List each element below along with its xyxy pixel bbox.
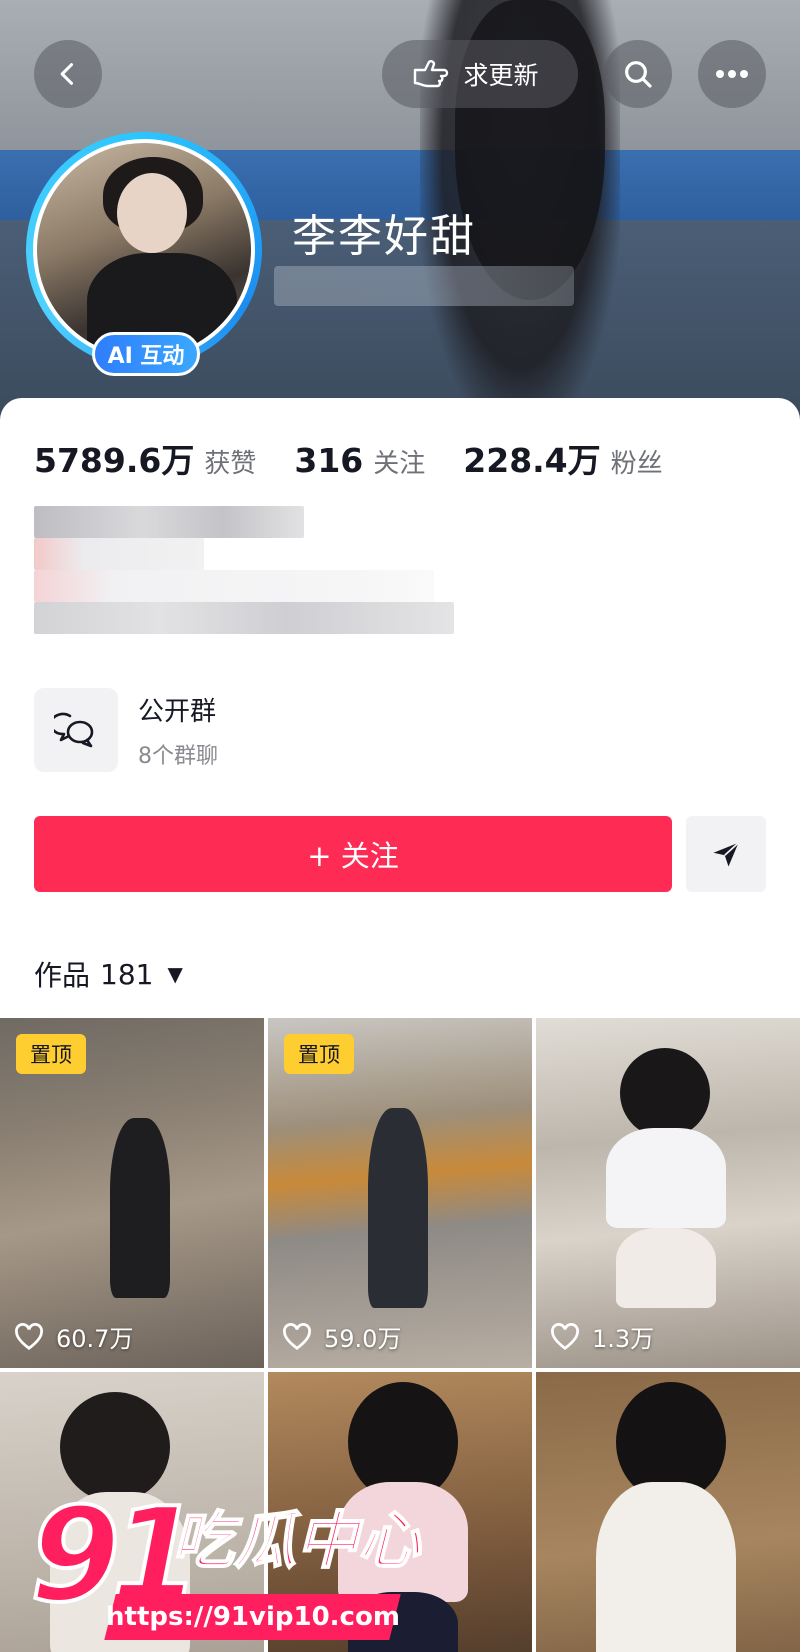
video-thumbnail[interactable]: 1.3万: [536, 1018, 800, 1368]
group-chat-icon: [34, 688, 118, 772]
stat-following[interactable]: 316 关注: [294, 441, 425, 480]
pinned-badge: 置顶: [284, 1034, 354, 1074]
works-count: 181: [100, 957, 154, 991]
more-icon: [716, 70, 748, 78]
back-button[interactable]: [34, 40, 102, 108]
search-icon: [625, 61, 652, 88]
ai-interact-badge[interactable]: AI 互动: [92, 332, 200, 376]
likes-value: 1.3万: [592, 1325, 655, 1353]
hand-point-icon: [414, 60, 449, 88]
likes-count: 60.7万: [14, 1319, 133, 1354]
blurred-account-id: [274, 266, 574, 306]
stat-followers[interactable]: 228.4万 粉丝: [463, 434, 662, 482]
stat-value: 316: [294, 441, 364, 480]
follow-button[interactable]: + 关注: [34, 816, 672, 892]
stat-value: 228.4万: [463, 441, 601, 480]
group-subtitle: 8个群聊: [138, 743, 218, 769]
profile-info-card: 5789.6万 获赞 316 关注 228.4万 粉丝 公开群 8个群聊 + 关…: [0, 398, 800, 1018]
request-update-button[interactable]: 求更新: [382, 40, 578, 108]
profile-nickname: 李李好甜: [292, 211, 476, 262]
stat-value: 5789.6万: [34, 441, 195, 480]
public-group-entry[interactable]: 公开群 8个群聊: [34, 688, 218, 772]
stat-label: 关注: [373, 449, 426, 479]
back-icon: [60, 63, 74, 85]
watermark-text: 吃瓜中心: [171, 1504, 421, 1577]
search-button[interactable]: [604, 40, 672, 108]
stats-row: 5789.6万 获赞 316 关注 228.4万 粉丝: [34, 434, 701, 482]
likes-value: 60.7万: [56, 1325, 134, 1353]
heart-icon: [551, 1322, 579, 1350]
likes-count: 1.3万: [550, 1319, 654, 1354]
pinned-badge: 置顶: [16, 1034, 86, 1074]
stat-label: 粉丝: [610, 449, 663, 479]
more-button[interactable]: [698, 40, 766, 108]
profile-page: 求更新 AI 互动 李李好甜 5789.6万 获赞 316 关注 228.4万 …: [0, 0, 800, 1652]
blurred-bio: [34, 506, 474, 656]
share-button[interactable]: [686, 816, 766, 892]
works-label: 作品: [34, 959, 91, 992]
group-title: 公开群: [138, 696, 217, 727]
stat-label: 获赞: [204, 449, 257, 479]
watermark-url: https://91vip10.com: [104, 1594, 401, 1640]
video-thumbnail[interactable]: [536, 1372, 800, 1652]
video-thumbnail[interactable]: 置顶 60.7万: [0, 1018, 264, 1368]
send-icon: [713, 842, 740, 867]
likes-count: 59.0万: [282, 1319, 401, 1354]
heart-icon: [15, 1322, 43, 1350]
caret-down-icon: ▼: [167, 962, 183, 986]
watermark-url-text: https://91vip10.com: [105, 1602, 400, 1632]
request-update-label: 求更新: [463, 61, 539, 90]
heart-icon: [283, 1322, 311, 1350]
stat-likes[interactable]: 5789.6万 获赞: [34, 434, 256, 482]
works-tab[interactable]: 作品 181 ▼: [34, 954, 183, 994]
video-thumbnail[interactable]: 置顶 59.0万: [268, 1018, 532, 1368]
likes-value: 59.0万: [324, 1325, 402, 1353]
